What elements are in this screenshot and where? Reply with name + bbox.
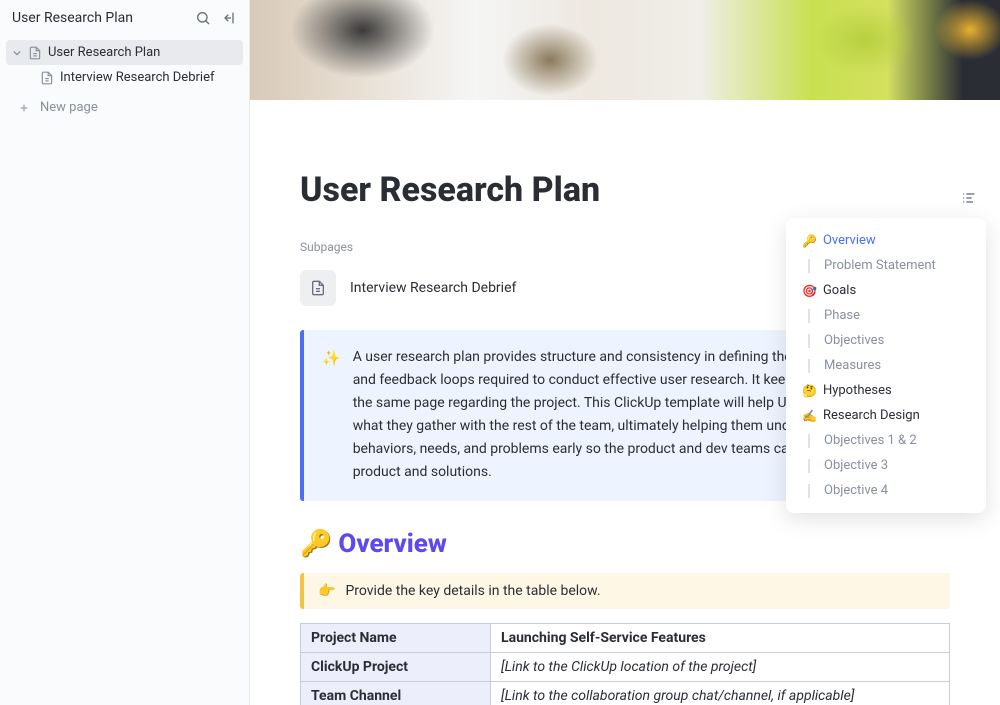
sidebar-item-interview-debrief[interactable]: Interview Research Debrief — [6, 65, 243, 90]
row-value[interactable]: Launching Self-Service Features — [491, 623, 950, 652]
toc-label: Problem Statement — [824, 258, 936, 273]
toc-item-objectives-1-2[interactable]: Objectives 1 & 2 — [792, 428, 980, 453]
hint-callout: 👉 Provide the key details in the table b… — [300, 573, 950, 609]
toc-item-hypotheses[interactable]: 🤔 Hypotheses — [792, 378, 980, 403]
toc-item-research-design[interactable]: ✍️ Research Design — [792, 403, 980, 428]
toc-item-measures[interactable]: Measures — [792, 353, 980, 378]
toc-toggle-icon[interactable] — [960, 190, 978, 210]
main-content: User Research Plan Subpages Interview Re… — [250, 0, 1000, 705]
document-icon — [40, 71, 54, 85]
writing-icon: ✍️ — [802, 409, 817, 423]
sidebar-header: User Research Plan — [0, 0, 249, 36]
target-icon: 🎯 — [802, 284, 817, 298]
toc-label: Goals — [823, 283, 856, 298]
toc-label: Measures — [824, 358, 881, 373]
toc-label: Objectives — [824, 333, 884, 348]
toc-label: Phase — [824, 308, 860, 323]
document-icon — [28, 46, 42, 60]
toc-item-objective-3[interactable]: Objective 3 — [792, 453, 980, 478]
table-row: ClickUp Project [Link to the ClickUp loc… — [301, 652, 950, 681]
toc-label: Objectives 1 & 2 — [824, 433, 917, 448]
plus-icon — [18, 102, 30, 114]
search-icon[interactable] — [195, 10, 211, 26]
thinking-icon: 🤔 — [802, 384, 817, 398]
toc-label: Objective 4 — [824, 483, 888, 498]
workspace-title: User Research Plan — [12, 10, 195, 26]
sparkles-icon: ✨ — [322, 346, 341, 485]
table-row: Project Name Launching Self-Service Feat… — [301, 623, 950, 652]
row-label[interactable]: Project Name — [301, 623, 491, 652]
document-icon — [300, 270, 336, 306]
new-page-button[interactable]: New page — [6, 94, 243, 121]
pointing-icon: 👉 — [318, 583, 335, 599]
sidebar-item-user-research-plan[interactable]: User Research Plan — [6, 40, 243, 65]
toc-item-problem-statement[interactable]: Problem Statement — [792, 253, 980, 278]
key-icon: 🔑 — [802, 234, 817, 248]
toc-item-phase[interactable]: Phase — [792, 303, 980, 328]
sidebar-item-label: User Research Plan — [48, 45, 160, 60]
toc-label: Hypotheses — [823, 383, 892, 398]
toc-label: Objective 3 — [824, 458, 888, 473]
sidebar: User Research Plan User Research Plan In… — [0, 0, 250, 705]
row-label[interactable]: ClickUp Project — [301, 652, 491, 681]
sidebar-item-label: Interview Research Debrief — [60, 70, 214, 85]
row-label[interactable]: Team Channel — [301, 681, 491, 705]
section-title-text: Overview — [338, 529, 446, 559]
page-title: User Research Plan — [300, 170, 950, 210]
row-value[interactable]: [Link to the ClickUp location of the pro… — [491, 652, 950, 681]
hint-text: Provide the key details in the table bel… — [345, 583, 600, 599]
collapse-sidebar-icon[interactable] — [221, 10, 237, 26]
key-icon: 🔑 — [300, 529, 332, 559]
subpage-label: Interview Research Debrief — [350, 280, 516, 296]
row-value[interactable]: [Link to the collaboration group chat/ch… — [491, 681, 950, 705]
toc-label: Overview — [823, 233, 876, 248]
toc-item-overview[interactable]: 🔑 Overview — [792, 228, 980, 253]
overview-table: Project Name Launching Self-Service Feat… — [300, 623, 950, 705]
toc-label: Research Design — [823, 408, 920, 423]
chevron-down-icon[interactable] — [12, 49, 22, 57]
new-page-label: New page — [40, 100, 98, 115]
toc-item-objective-4[interactable]: Objective 4 — [792, 478, 980, 503]
toc-item-goals[interactable]: 🎯 Goals — [792, 278, 980, 303]
section-overview-title: 🔑 Overview — [300, 529, 950, 559]
toc-panel: 🔑 Overview Problem Statement 🎯 Goals Pha… — [786, 218, 986, 513]
table-row: Team Channel [Link to the collaboration … — [301, 681, 950, 705]
cover-image[interactable] — [250, 0, 1000, 100]
sidebar-tree: User Research Plan Interview Research De… — [0, 36, 249, 125]
toc-item-objectives[interactable]: Objectives — [792, 328, 980, 353]
